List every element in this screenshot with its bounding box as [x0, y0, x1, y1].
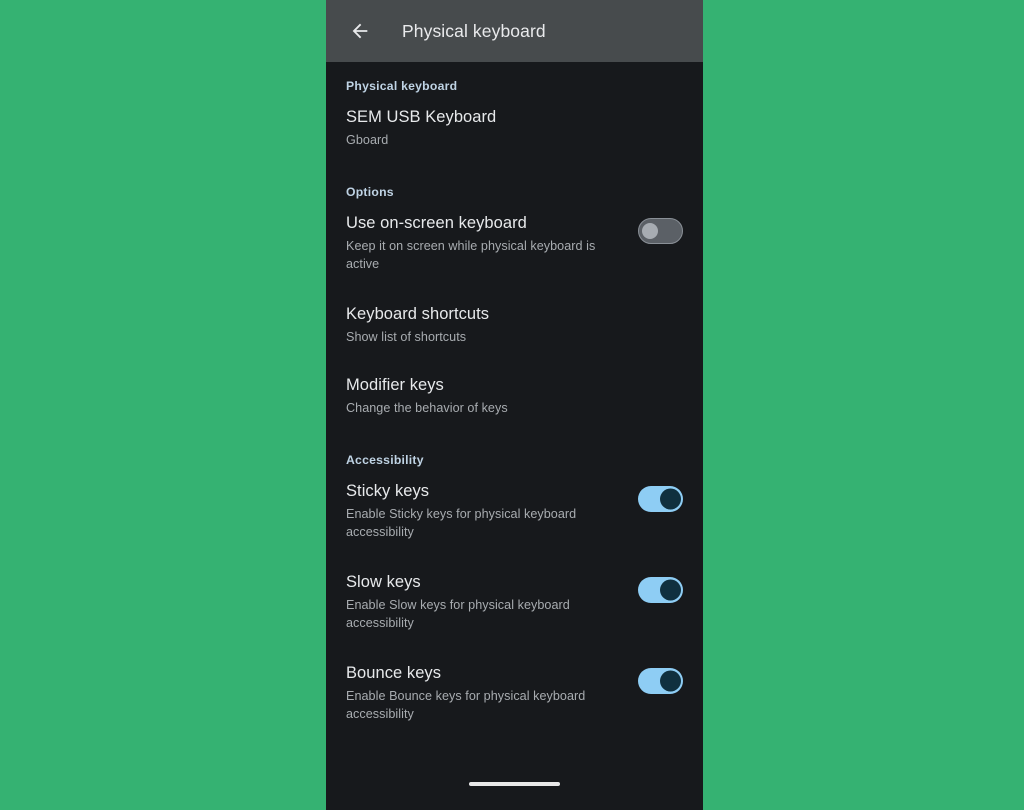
list-item-title: Modifier keys — [346, 376, 444, 394]
list-item-title: Slow keys — [346, 573, 421, 591]
list-item-subtitle: Enable Slow keys for physical keyboard a… — [346, 598, 570, 630]
list-item-title: SEM USB Keyboard — [346, 108, 497, 126]
toggle-knob — [642, 223, 658, 239]
list-item-sticky-keys[interactable]: Sticky keys Enable Sticky keys for physi… — [326, 480, 703, 541]
toggle-slow-keys[interactable] — [638, 577, 683, 603]
list-item-keyboard-shortcuts[interactable]: Keyboard shortcuts Show list of shortcut… — [326, 303, 703, 346]
list-item-sem-usb-keyboard[interactable]: SEM USB Keyboard Gboard — [326, 106, 703, 149]
list-item-bounce-keys[interactable]: Bounce keys Enable Bounce keys for physi… — [326, 662, 703, 723]
toggle-knob — [659, 579, 681, 601]
row-text: Use on-screen keyboard Keep it on screen… — [346, 212, 638, 273]
section-header-accessibility: Accessibility — [346, 453, 424, 467]
app-bar: Physical keyboard — [326, 0, 703, 62]
list-item-title: Use on-screen keyboard — [346, 214, 527, 232]
toggle-knob — [659, 488, 681, 510]
row-text: SEM USB Keyboard Gboard — [346, 106, 683, 149]
toggle-use-on-screen-keyboard[interactable] — [638, 218, 683, 244]
row-control — [638, 662, 683, 694]
home-gesture-handle[interactable] — [469, 782, 560, 786]
list-item-subtitle: Enable Sticky keys for physical keyboard… — [346, 507, 577, 539]
list-item-title: Sticky keys — [346, 482, 430, 500]
section-header-options: Options — [346, 185, 394, 199]
arrow-back-icon[interactable] — [340, 11, 380, 51]
row-text: Sticky keys Enable Sticky keys for physi… — [346, 480, 638, 541]
list-item-title: Bounce keys — [346, 664, 442, 682]
toggle-sticky-keys[interactable] — [638, 486, 683, 512]
toggle-bounce-keys[interactable] — [638, 668, 683, 694]
page-title: Physical keyboard — [402, 20, 546, 41]
list-item-title: Keyboard shortcuts — [346, 305, 490, 323]
list-item-subtitle: Enable Bounce keys for physical keyboard… — [346, 689, 586, 721]
list-item-modifier-keys[interactable]: Modifier keys Change the behavior of key… — [326, 374, 703, 417]
list-item-subtitle: Show list of shortcuts — [346, 330, 467, 344]
row-control — [638, 571, 683, 603]
list-item-subtitle: Change the behavior of keys — [346, 401, 508, 415]
navigation-bar — [326, 766, 703, 810]
row-text: Keyboard shortcuts Show list of shortcut… — [346, 303, 683, 346]
row-control — [638, 480, 683, 512]
settings-content: Physical keyboard SEM USB Keyboard Gboar… — [326, 62, 703, 810]
row-control — [638, 212, 683, 244]
list-item-subtitle: Keep it on screen while physical keyboar… — [346, 239, 596, 271]
toggle-knob — [659, 670, 681, 692]
row-text: Modifier keys Change the behavior of key… — [346, 374, 683, 417]
list-item-use-on-screen-keyboard[interactable]: Use on-screen keyboard Keep it on screen… — [326, 212, 703, 273]
list-item-slow-keys[interactable]: Slow keys Enable Slow keys for physical … — [326, 571, 703, 632]
row-text: Bounce keys Enable Bounce keys for physi… — [346, 662, 638, 723]
phone-screen: Physical keyboard Physical keyboard SEM … — [326, 0, 703, 810]
list-item-subtitle: Gboard — [346, 133, 389, 147]
section-header-physical-keyboard: Physical keyboard — [346, 79, 458, 93]
row-text: Slow keys Enable Slow keys for physical … — [346, 571, 638, 632]
